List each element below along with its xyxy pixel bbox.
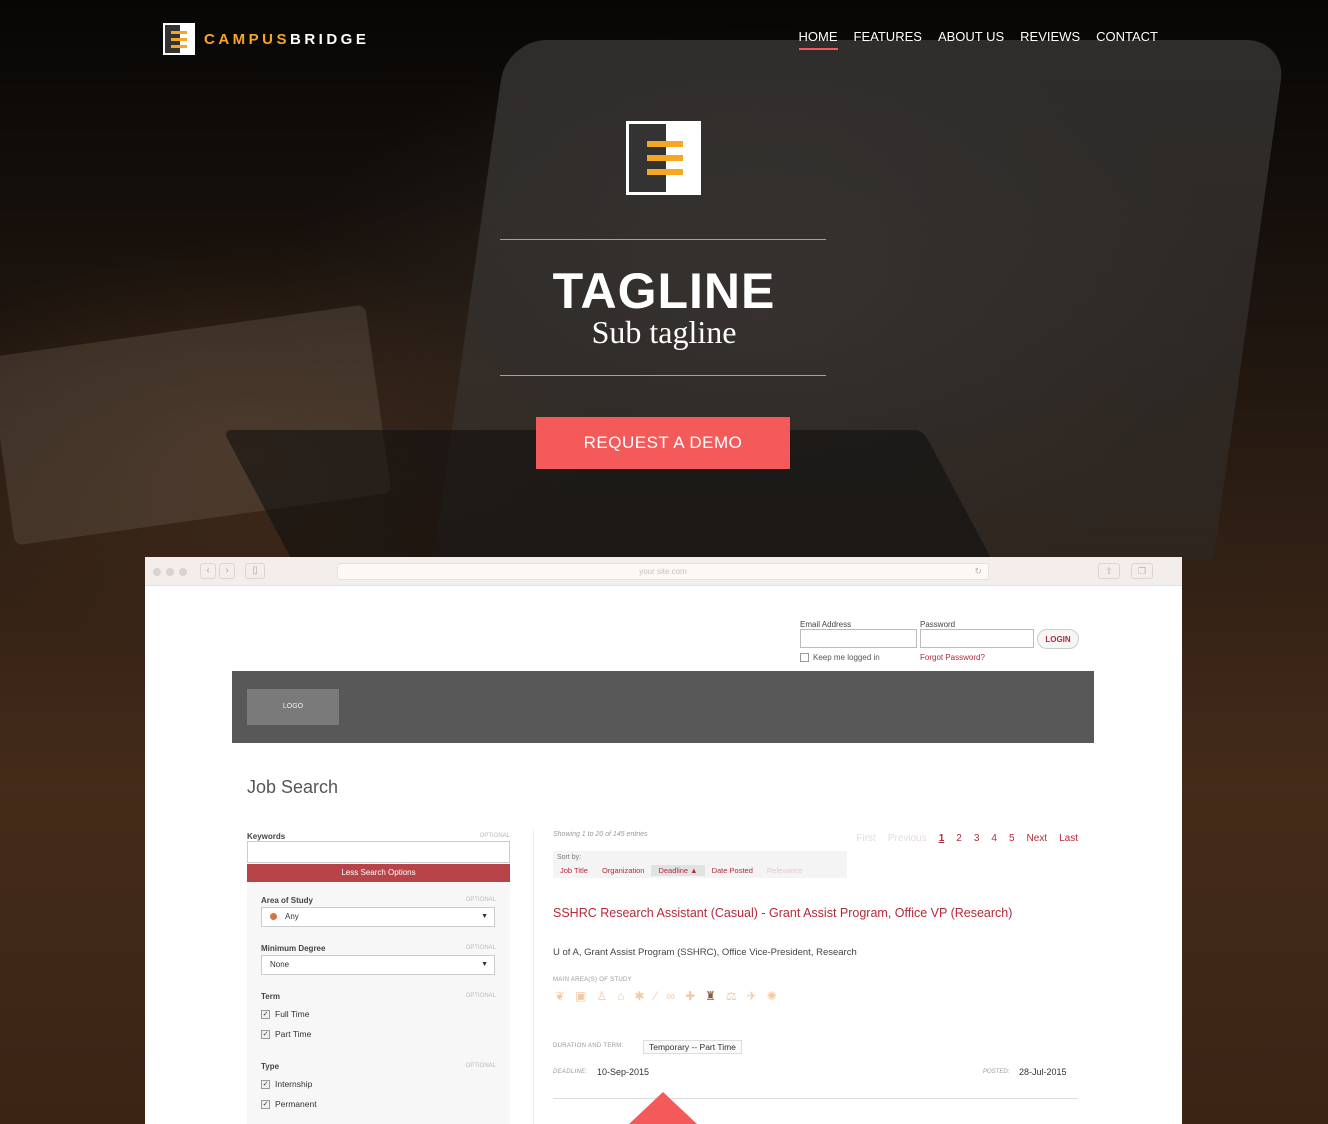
browser-mockup: ‹ › ▯ your site.com ↻ ⇧ ❐ Email Address …	[145, 557, 1182, 1124]
study-area-icons: ❦ ▣ ♙ ⌂ ✱ ⁄ ∞ ✚ ♜ ⚖ ✈ ✺	[555, 989, 777, 1003]
hero-logo-icon	[626, 121, 701, 195]
pager-next[interactable]: Next	[1027, 833, 1048, 844]
people-icon: ♜	[705, 989, 716, 1003]
brand-logo[interactable]: CAMPUSBRIDGE	[163, 23, 369, 55]
term-full-time[interactable]: ✓ Full Time	[261, 1009, 309, 1019]
forgot-password-link[interactable]: Forgot Password?	[920, 653, 985, 662]
pager-previous[interactable]: Previous	[888, 833, 927, 844]
sort-deadline[interactable]: Deadline ▲	[651, 865, 705, 876]
reload-icon: ↻	[974, 566, 982, 576]
forward-icon: ›	[219, 563, 235, 579]
pagination: First Previous 1 2 3 4 5 Next Last	[856, 833, 1078, 844]
job-organization: U of A, Grant Assist Program (SSHRC), Of…	[553, 947, 857, 958]
sort-bar: Sort by: Job Title Organization Deadline…	[553, 851, 847, 878]
caret-down-icon: ▼	[481, 913, 488, 920]
top-nav: CAMPUSBRIDGE HOME FEATURES ABOUT US REVI…	[163, 22, 1158, 56]
scroll-indicator-triangle[interactable]	[629, 1092, 697, 1124]
brush-icon: ⁄	[654, 989, 657, 1003]
sort-date-posted[interactable]: Date Posted	[705, 865, 760, 876]
site-logo-placeholder: LOGO	[247, 689, 339, 725]
nav-contact[interactable]: CONTACT	[1096, 29, 1158, 50]
less-search-options-button[interactable]: Less Search Options	[247, 864, 510, 882]
sort-job-title[interactable]: Job Title	[553, 865, 595, 876]
logo-icon	[163, 23, 195, 55]
window-minimize-dot	[166, 568, 174, 576]
nav-features[interactable]: FEATURES	[854, 29, 922, 50]
password-field[interactable]	[920, 629, 1034, 648]
login-form: Email Address Password LOGIN Keep me log…	[800, 620, 1090, 670]
keywords-input[interactable]	[247, 841, 510, 863]
url-bar: your site.com ↻	[337, 563, 989, 580]
request-demo-button[interactable]: REQUEST A DEMO	[536, 417, 790, 469]
deadline-value: 10-Sep-2015	[597, 1067, 650, 1077]
minimum-degree-select[interactable]: None ▼	[261, 955, 495, 975]
atom-icon: ✺	[766, 989, 777, 1003]
brand-name: CAMPUSBRIDGE	[204, 30, 370, 48]
keep-logged-in[interactable]: Keep me logged in	[800, 653, 880, 662]
nav-links: HOME FEATURES ABOUT US REVIEWS CONTACT	[798, 29, 1158, 50]
checkbox-checked[interactable]: ✓	[261, 1029, 270, 1039]
tabs-icon: ❐	[1131, 563, 1153, 579]
sidebar-icon: ▯	[245, 563, 265, 579]
wheat-icon: ❦	[555, 989, 566, 1003]
pager-last[interactable]: Last	[1059, 833, 1078, 844]
window-maximize-dot	[179, 568, 187, 576]
site-header: LOGO	[232, 671, 1094, 743]
scales-icon: ⚖	[725, 989, 737, 1003]
sub-tagline: Sub tagline	[591, 314, 737, 350]
sort-relevance[interactable]: Relevance	[760, 865, 809, 876]
link-icon: ∞	[666, 989, 676, 1003]
sort-organization[interactable]: Organization	[595, 865, 652, 876]
back-icon: ‹	[200, 563, 216, 579]
share-icon: ⇧	[1098, 563, 1120, 579]
results-panel: Showing 1 to 20 of 145 entries First Pre…	[553, 829, 1078, 1124]
person-icon: ♙	[596, 989, 608, 1003]
posted-value: 28-Jul-2015	[1019, 1067, 1067, 1077]
type-permanent[interactable]: ✓ Permanent	[261, 1099, 317, 1109]
pager-first[interactable]: First	[856, 833, 875, 844]
medical-cross-icon: ✚	[685, 989, 696, 1003]
checkbox-checked[interactable]: ✓	[261, 1079, 270, 1089]
checkbox-checked[interactable]: ✓	[261, 1009, 270, 1019]
pager-page[interactable]: 3	[974, 833, 980, 844]
nav-reviews[interactable]: REVIEWS	[1020, 29, 1080, 50]
keep-checkbox[interactable]	[800, 653, 809, 662]
job-title-link[interactable]: SSHRC Research Assistant (Casual) - Gran…	[553, 903, 1053, 923]
runner-icon: ✈	[746, 989, 757, 1003]
checkbox-checked[interactable]: ✓	[261, 1099, 270, 1109]
duration-term-badge: Temporary -- Part Time	[643, 1040, 742, 1054]
email-field[interactable]	[800, 629, 917, 648]
results-count: Showing 1 to 20 of 145 entries	[553, 831, 648, 838]
nav-about-us[interactable]: ABOUT US	[938, 29, 1004, 50]
nav-home[interactable]: HOME	[798, 29, 838, 50]
pager-page[interactable]: 1	[939, 833, 945, 844]
graduation-cap-icon: ⌂	[617, 989, 625, 1003]
area-of-study-select[interactable]: Any ▼	[261, 907, 495, 927]
type-internship[interactable]: ✓ Internship	[261, 1079, 312, 1089]
window-close-dot	[153, 568, 161, 576]
login-button[interactable]: LOGIN	[1037, 629, 1079, 649]
browser-chrome: ‹ › ▯ your site.com ↻ ⇧ ❐	[145, 557, 1182, 586]
search-panel: Keywords OPTIONAL Less Search Options Ar…	[247, 829, 510, 1124]
pager-page[interactable]: 2	[956, 833, 962, 844]
divider-bottom	[500, 375, 826, 376]
any-bullet-icon	[270, 913, 277, 921]
tagline: TAGLINE	[552, 263, 776, 319]
briefcase-icon: ▣	[575, 989, 587, 1003]
page-title: Job Search	[247, 777, 339, 797]
term-part-time[interactable]: ✓ Part Time	[261, 1029, 311, 1039]
gear-icon: ✱	[634, 989, 645, 1003]
caret-down-icon: ▼	[481, 961, 488, 968]
divider-top	[500, 239, 826, 240]
pager-page[interactable]: 5	[1009, 833, 1015, 844]
pager-page[interactable]: 4	[991, 833, 997, 844]
